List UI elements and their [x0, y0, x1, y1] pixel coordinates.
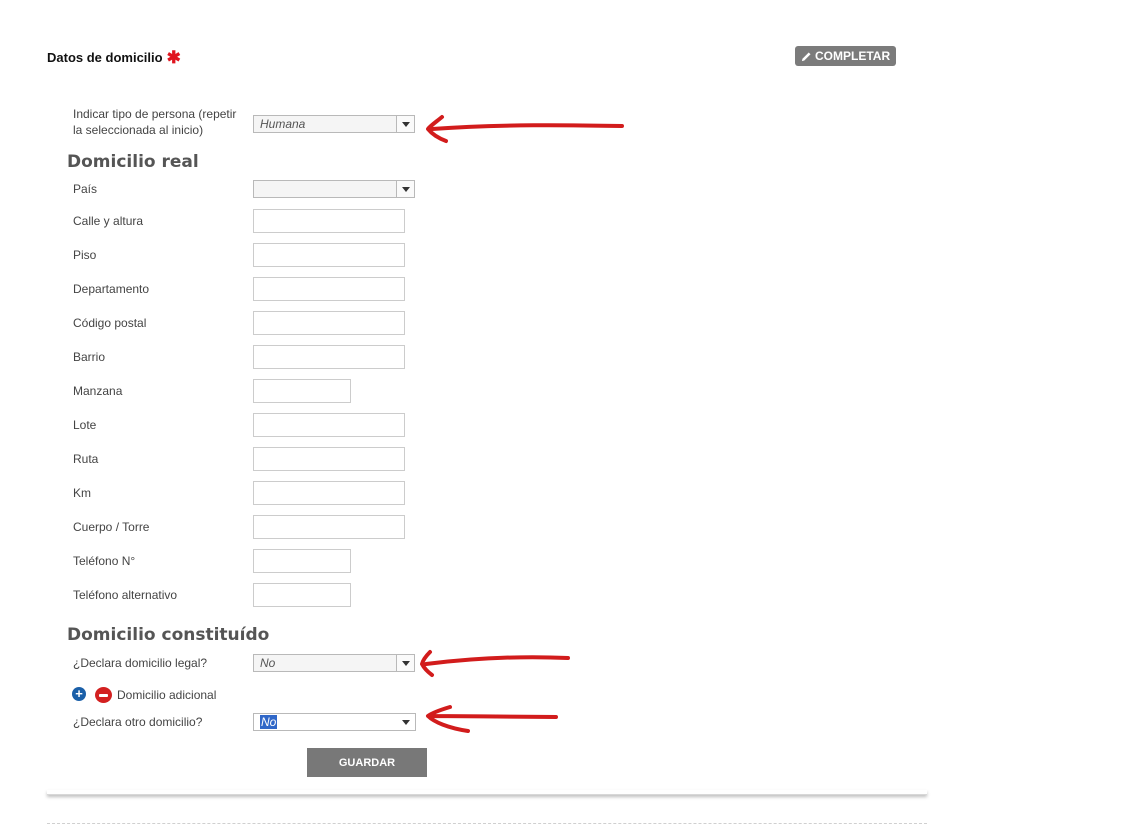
domicilio-legal-label: ¿Declara domicilio legal?	[73, 656, 208, 670]
piso-label: Piso	[73, 248, 97, 262]
telefono-alt-label: Teléfono alternativo	[73, 588, 178, 602]
section-title-text: Datos de domicilio	[47, 50, 163, 65]
chevron-down-icon[interactable]	[396, 181, 414, 197]
completar-button[interactable]: COMPLETAR	[795, 46, 897, 66]
chevron-down-icon[interactable]	[396, 116, 414, 132]
panel-bottom-edge	[47, 790, 927, 795]
chevron-down-icon[interactable]	[402, 720, 410, 725]
departamento-input[interactable]	[253, 277, 405, 301]
add-circle-icon[interactable]: +	[72, 687, 86, 701]
barrio-input[interactable]	[253, 345, 405, 369]
telefono-alt-input[interactable]	[253, 583, 351, 607]
persona-type-select[interactable]: Humana	[253, 115, 415, 133]
pencil-icon	[801, 51, 811, 61]
domicilio-constituido-heading: Domicilio constituído	[67, 625, 270, 645]
domicilio-legal-value: No	[260, 656, 276, 670]
persona-type-label: Indicar tipo de persona (repetir la sele…	[73, 107, 237, 137]
required-asterisk-icon: ✱	[166, 48, 181, 67]
pais-select[interactable]	[253, 180, 415, 198]
pais-label: País	[73, 182, 98, 196]
lote-input[interactable]	[253, 413, 405, 437]
ruta-input[interactable]	[253, 447, 405, 471]
departamento-label: Departamento	[73, 282, 150, 296]
manzana-label: Manzana	[73, 384, 123, 398]
manzana-input[interactable]	[253, 379, 351, 403]
calle-input[interactable]	[253, 209, 405, 233]
km-input[interactable]	[253, 481, 405, 505]
annotation-arrow-icon	[426, 115, 624, 143]
annotation-arrow-icon	[420, 650, 570, 677]
remove-circle-icon[interactable]	[95, 687, 112, 703]
completar-label: COMPLETAR	[815, 49, 891, 63]
telefono-input[interactable]	[253, 549, 351, 573]
cuerpo-torre-label: Cuerpo / Torre	[73, 520, 150, 534]
telefono-label: Teléfono N°	[73, 554, 136, 568]
chevron-down-icon[interactable]	[396, 655, 414, 671]
ruta-label: Ruta	[73, 452, 99, 466]
otro-domicilio-label: ¿Declara otro domicilio?	[73, 715, 203, 729]
codigo-postal-label: Código postal	[73, 316, 147, 330]
persona-type-value: Humana	[260, 117, 306, 131]
dotted-divider	[47, 823, 927, 824]
domicilio-adicional-label: Domicilio adicional	[117, 688, 217, 702]
lote-label: Lote	[73, 418, 97, 432]
km-label: Km	[73, 486, 91, 500]
cuerpo-torre-input[interactable]	[253, 515, 405, 539]
otro-domicilio-select[interactable]: No	[253, 713, 416, 731]
guardar-button[interactable]: GUARDAR	[307, 748, 427, 777]
piso-input[interactable]	[253, 243, 405, 267]
otro-domicilio-value: No	[260, 715, 278, 729]
codigo-postal-input[interactable]	[253, 311, 405, 335]
domicilio-real-heading: Domicilio real	[67, 152, 199, 172]
barrio-label: Barrio	[73, 350, 106, 364]
annotation-arrow-icon	[426, 705, 558, 733]
calle-label: Calle y altura	[73, 214, 144, 228]
section-title: Datos de domicilio ✱	[47, 48, 181, 67]
domicilio-legal-select[interactable]: No	[253, 654, 415, 672]
